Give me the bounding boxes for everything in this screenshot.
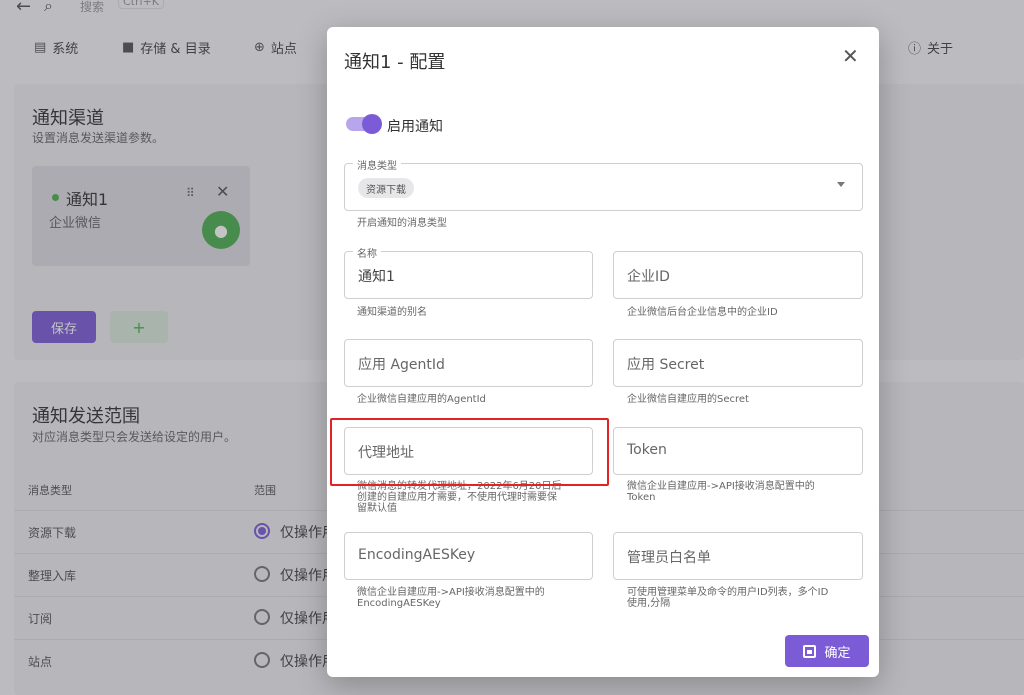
field-placeholder: 企业ID <box>627 269 670 285</box>
enable-toggle[interactable] <box>346 114 382 134</box>
dialog-title: 通知1 - 配置 <box>344 52 446 73</box>
field-hint: 可使用管理菜单及命令的用户ID列表，多个ID <box>627 587 829 598</box>
name-value: 通知1 <box>358 269 395 285</box>
field-hint: EncodingAESKey <box>357 598 441 609</box>
field-hint: 企业微信后台企业信息中的企业ID <box>627 307 778 318</box>
save-icon <box>803 644 817 658</box>
message-type-select[interactable]: 消息类型 资源下载 <box>344 157 863 211</box>
secret-field[interactable]: 应用 Secret <box>613 339 863 387</box>
chevron-down-icon[interactable] <box>837 182 845 187</box>
field-hint: 微信企业自建应用->API接收消息配置中的 <box>357 587 545 598</box>
field-hint: 留默认值 <box>357 503 397 514</box>
agent-id-field[interactable]: 应用 AgentId <box>344 339 593 387</box>
close-icon[interactable]: ✕ <box>842 44 859 68</box>
field-placeholder: 应用 AgentId <box>358 357 445 373</box>
field-hint: 通知渠道的别名 <box>357 307 427 318</box>
admin-whitelist-field[interactable]: 管理员白名单 <box>613 532 863 580</box>
field-placeholder: EncodingAESKey <box>358 547 476 563</box>
corp-id-field[interactable]: 企业ID <box>613 251 863 299</box>
field-hint: 使用,分隔 <box>627 598 671 609</box>
enable-label: 启用通知 <box>387 119 443 135</box>
field-hint: 企业微信自建应用的AgentId <box>357 394 486 405</box>
confirm-label: 确定 <box>824 645 851 661</box>
field-hint: 开启通知的消息类型 <box>357 218 447 229</box>
name-field[interactable]: 名称 通知1 <box>344 245 593 299</box>
field-legend: 名称 <box>353 245 381 260</box>
field-placeholder: 管理员白名单 <box>627 550 711 566</box>
encoding-aes-key-field[interactable]: EncodingAESKey <box>344 532 593 580</box>
config-dialog: 通知1 - 配置 ✕ 启用通知 消息类型 资源下载 开启通知的消息类型 名称 通… <box>327 27 879 677</box>
field-placeholder: 应用 Secret <box>627 357 705 373</box>
token-field[interactable]: Token <box>613 427 863 475</box>
field-hint: Token <box>627 492 656 503</box>
message-type-chip[interactable]: 资源下载 <box>358 178 414 198</box>
field-placeholder: Token <box>627 442 667 458</box>
confirm-button[interactable]: 确定 <box>785 635 869 667</box>
field-hint: 微信企业自建应用->API接收消息配置中的 <box>627 481 815 492</box>
field-hint: 企业微信自建应用的Secret <box>627 394 749 405</box>
proxy-highlight-box <box>330 418 609 486</box>
field-hint: 创建的自建应用才需要，不使用代理时需要保 <box>357 492 557 503</box>
field-legend: 消息类型 <box>353 157 401 172</box>
toggle-knob <box>362 114 382 134</box>
